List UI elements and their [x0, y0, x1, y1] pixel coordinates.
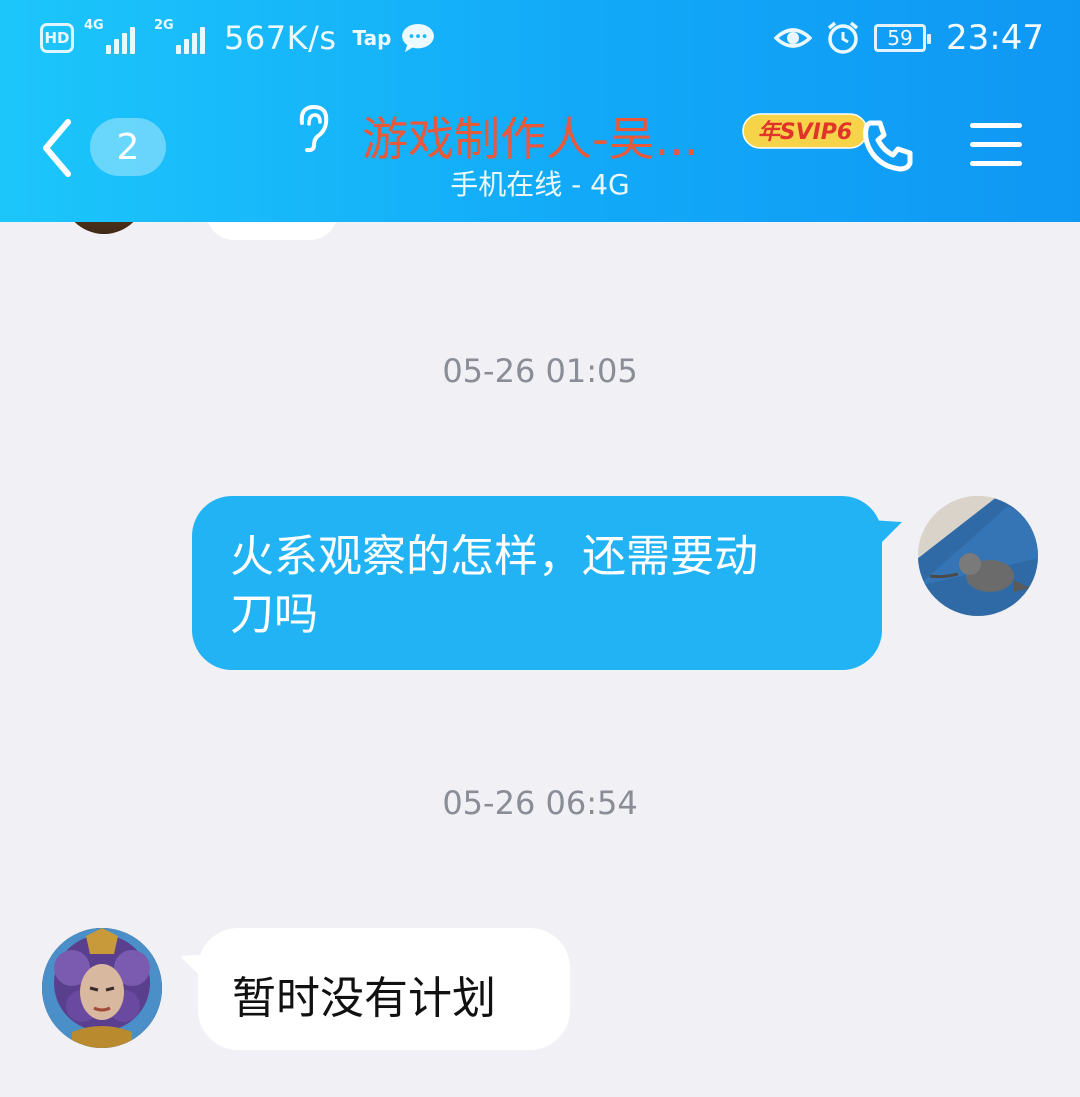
svip-badge-label: 年SVIP6: [758, 119, 853, 145]
message-text: 火系观察的怎样，还需要动: [230, 531, 758, 582]
avatar-image: [918, 496, 1038, 616]
eye-icon: [774, 28, 813, 48]
svip-badge: 年SVIP6: [742, 113, 868, 149]
status-bar-left: HD 4G 2G 567K/s Tap: [40, 16, 435, 60]
contact-name[interactable]: 游戏制作人-吴...: [362, 103, 698, 169]
alarm-icon: [827, 21, 859, 54]
menu-icon-line: [970, 142, 1022, 147]
signal-bars: [176, 27, 205, 54]
hd-badge: HD: [40, 23, 74, 53]
chat-bubble-icon: [402, 23, 435, 53]
outgoing-message-bubble[interactable]: 火系观察的怎样，还需要动 刀吗: [192, 496, 882, 670]
battery-indicator: 59: [874, 24, 932, 52]
avatar-contact[interactable]: [42, 928, 162, 1048]
tap-app-icon: Tap: [352, 26, 392, 50]
network-type-label: 4G: [84, 18, 104, 33]
clock: 23:47: [946, 18, 1044, 58]
avatar-image: [42, 928, 162, 1048]
signal-4g-icon: 4G: [84, 18, 144, 58]
online-status: 手机在线 - 4G: [450, 168, 630, 201]
chat-header: HD 4G 2G 567K/s Tap 59 23:47 2 游戏制作人-吴..…: [0, 0, 1080, 222]
status-bar: HD 4G 2G 567K/s Tap 59 23:47: [0, 0, 1080, 75]
title-bar: 2 游戏制作人-吴... 年SVIP6 手机在线 - 4G: [0, 75, 1080, 222]
network-type-label: 2G: [154, 18, 174, 33]
ear-icon[interactable]: [290, 103, 334, 153]
chat-message-list[interactable]: 05-26 01:05 火系观察的怎样，还需要动 刀吗 05-26 06:54: [0, 222, 1080, 1097]
avatar-self[interactable]: [918, 496, 1038, 616]
message-timestamp: 05-26 01:05: [442, 352, 638, 390]
message-text: 刀吗: [230, 589, 318, 640]
signal-2g-icon: 2G: [154, 18, 214, 58]
message-text: 暂时没有计划: [232, 973, 496, 1024]
bubble-tail: [870, 520, 902, 548]
menu-icon-line: [970, 123, 1022, 128]
signal-bars: [106, 27, 135, 54]
message-timestamp: 05-26 06:54: [442, 784, 638, 822]
status-bar-right: 59 23:47: [774, 16, 1044, 60]
avatar[interactable]: [62, 222, 146, 234]
message-bubble-partial[interactable]: [206, 222, 338, 240]
incoming-message-bubble[interactable]: 暂时没有计划: [198, 928, 570, 1050]
network-speed: 567K/s: [224, 19, 337, 57]
